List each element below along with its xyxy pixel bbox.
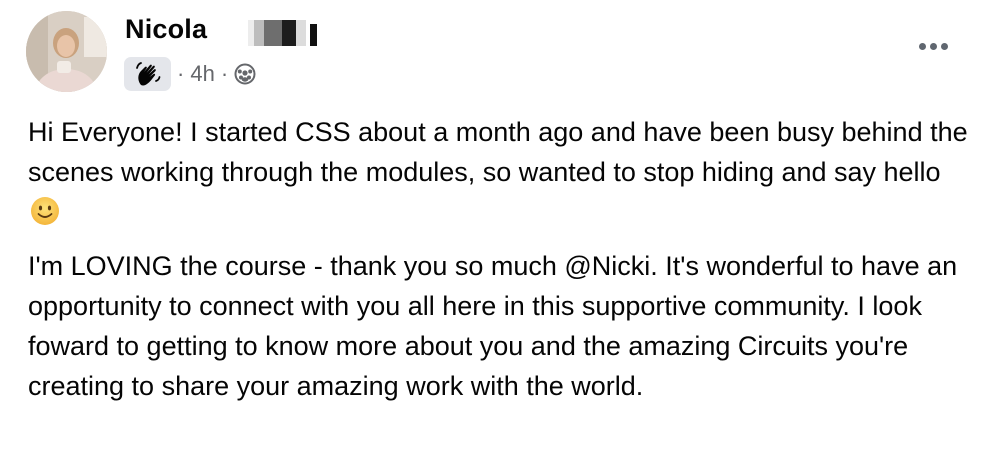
post-timestamp[interactable]: 4h <box>190 61 214 87</box>
author-avatar[interactable] <box>26 11 107 92</box>
group-icon[interactable] <box>234 63 256 85</box>
meta-separator: · <box>220 61 229 86</box>
member-badge[interactable] <box>124 57 171 91</box>
wave-hand-icon <box>135 62 160 86</box>
post-paragraph-2: I'm LOVING the course - thank you so muc… <box>28 251 958 401</box>
post-meta: · 4h · <box>124 57 256 91</box>
redacted-name-block <box>248 20 317 46</box>
post-body: Hi Everyone! I started CSS about a month… <box>28 112 973 420</box>
post-paragraph-1: Hi Everyone! I started CSS about a month… <box>28 112 973 232</box>
more-options-icon <box>918 42 926 50</box>
meta-separator: · <box>177 61 185 86</box>
avatar-photo-icon <box>26 11 107 92</box>
smiling-face-icon <box>31 197 59 225</box>
post-paragraph-1-text: Hi Everyone! I started CSS about a month… <box>28 117 968 187</box>
author-name[interactable]: Nicola <box>125 14 207 45</box>
more-options-button[interactable] <box>912 28 954 64</box>
